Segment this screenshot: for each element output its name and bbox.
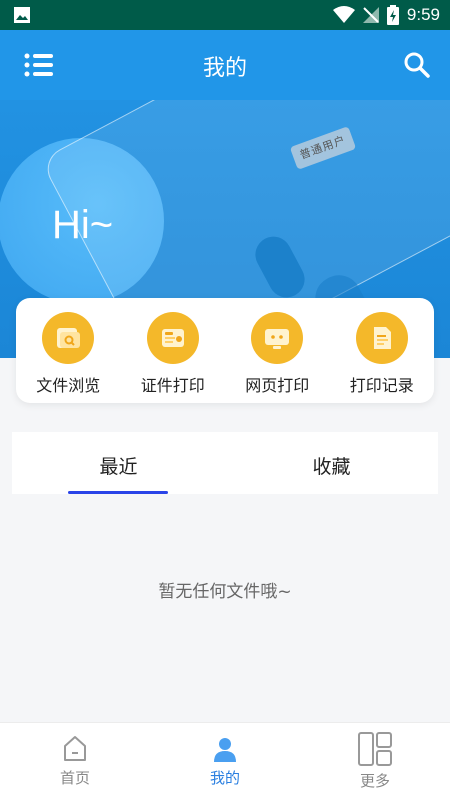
tab-label: 收藏	[312, 456, 351, 478]
nav-label: 更多	[359, 772, 390, 790]
action-print-record[interactable]: 打印记录	[334, 312, 429, 396]
tab-bar: 最近 收藏	[12, 432, 438, 494]
action-file-browse[interactable]: 文件浏览	[21, 312, 116, 396]
search-icon[interactable]	[404, 52, 430, 78]
page-title: 我的	[202, 56, 247, 81]
battery-charging-icon	[386, 5, 399, 25]
action-label: 打印记录	[349, 376, 414, 395]
action-label: 网页打印	[245, 376, 310, 395]
id-print-icon	[146, 312, 199, 364]
nav-mine[interactable]: 我的	[150, 723, 300, 800]
tab-recent[interactable]: 最近	[12, 432, 225, 494]
greeting-text: Hi~	[52, 203, 114, 247]
action-web-print[interactable]: 网页打印	[230, 312, 325, 396]
image-notification-icon	[14, 7, 30, 23]
home-icon	[64, 736, 86, 761]
user-icon	[214, 738, 236, 762]
signal-off-icon	[362, 7, 379, 23]
app-header: 我的	[0, 30, 450, 100]
tab-label: 最近	[99, 456, 138, 478]
bottom-navigation: 首页 我的 更多	[0, 722, 450, 800]
nav-home[interactable]: 首页	[0, 723, 150, 800]
status-bar: 9:59	[0, 0, 450, 30]
web-print-icon	[251, 312, 304, 364]
tab-favorites[interactable]: 收藏	[225, 432, 438, 494]
grid-icon	[358, 732, 392, 766]
file-browse-icon	[42, 312, 95, 364]
wifi-icon	[332, 6, 355, 23]
action-label: 证件打印	[140, 376, 205, 395]
nav-label: 首页	[59, 769, 90, 787]
nav-label: 我的	[209, 769, 240, 787]
print-record-icon	[355, 312, 408, 364]
quick-actions-panel: 文件浏览 证件打印 网页打印 打印记录	[16, 298, 434, 403]
action-id-print[interactable]: 证件打印	[125, 312, 220, 396]
action-label: 文件浏览	[36, 376, 101, 395]
clock: 9:59	[406, 5, 440, 24]
tab-active-indicator	[68, 491, 168, 494]
nav-more[interactable]: 更多	[300, 723, 450, 800]
empty-state-text: 暂无任何文件哦~	[158, 582, 292, 602]
